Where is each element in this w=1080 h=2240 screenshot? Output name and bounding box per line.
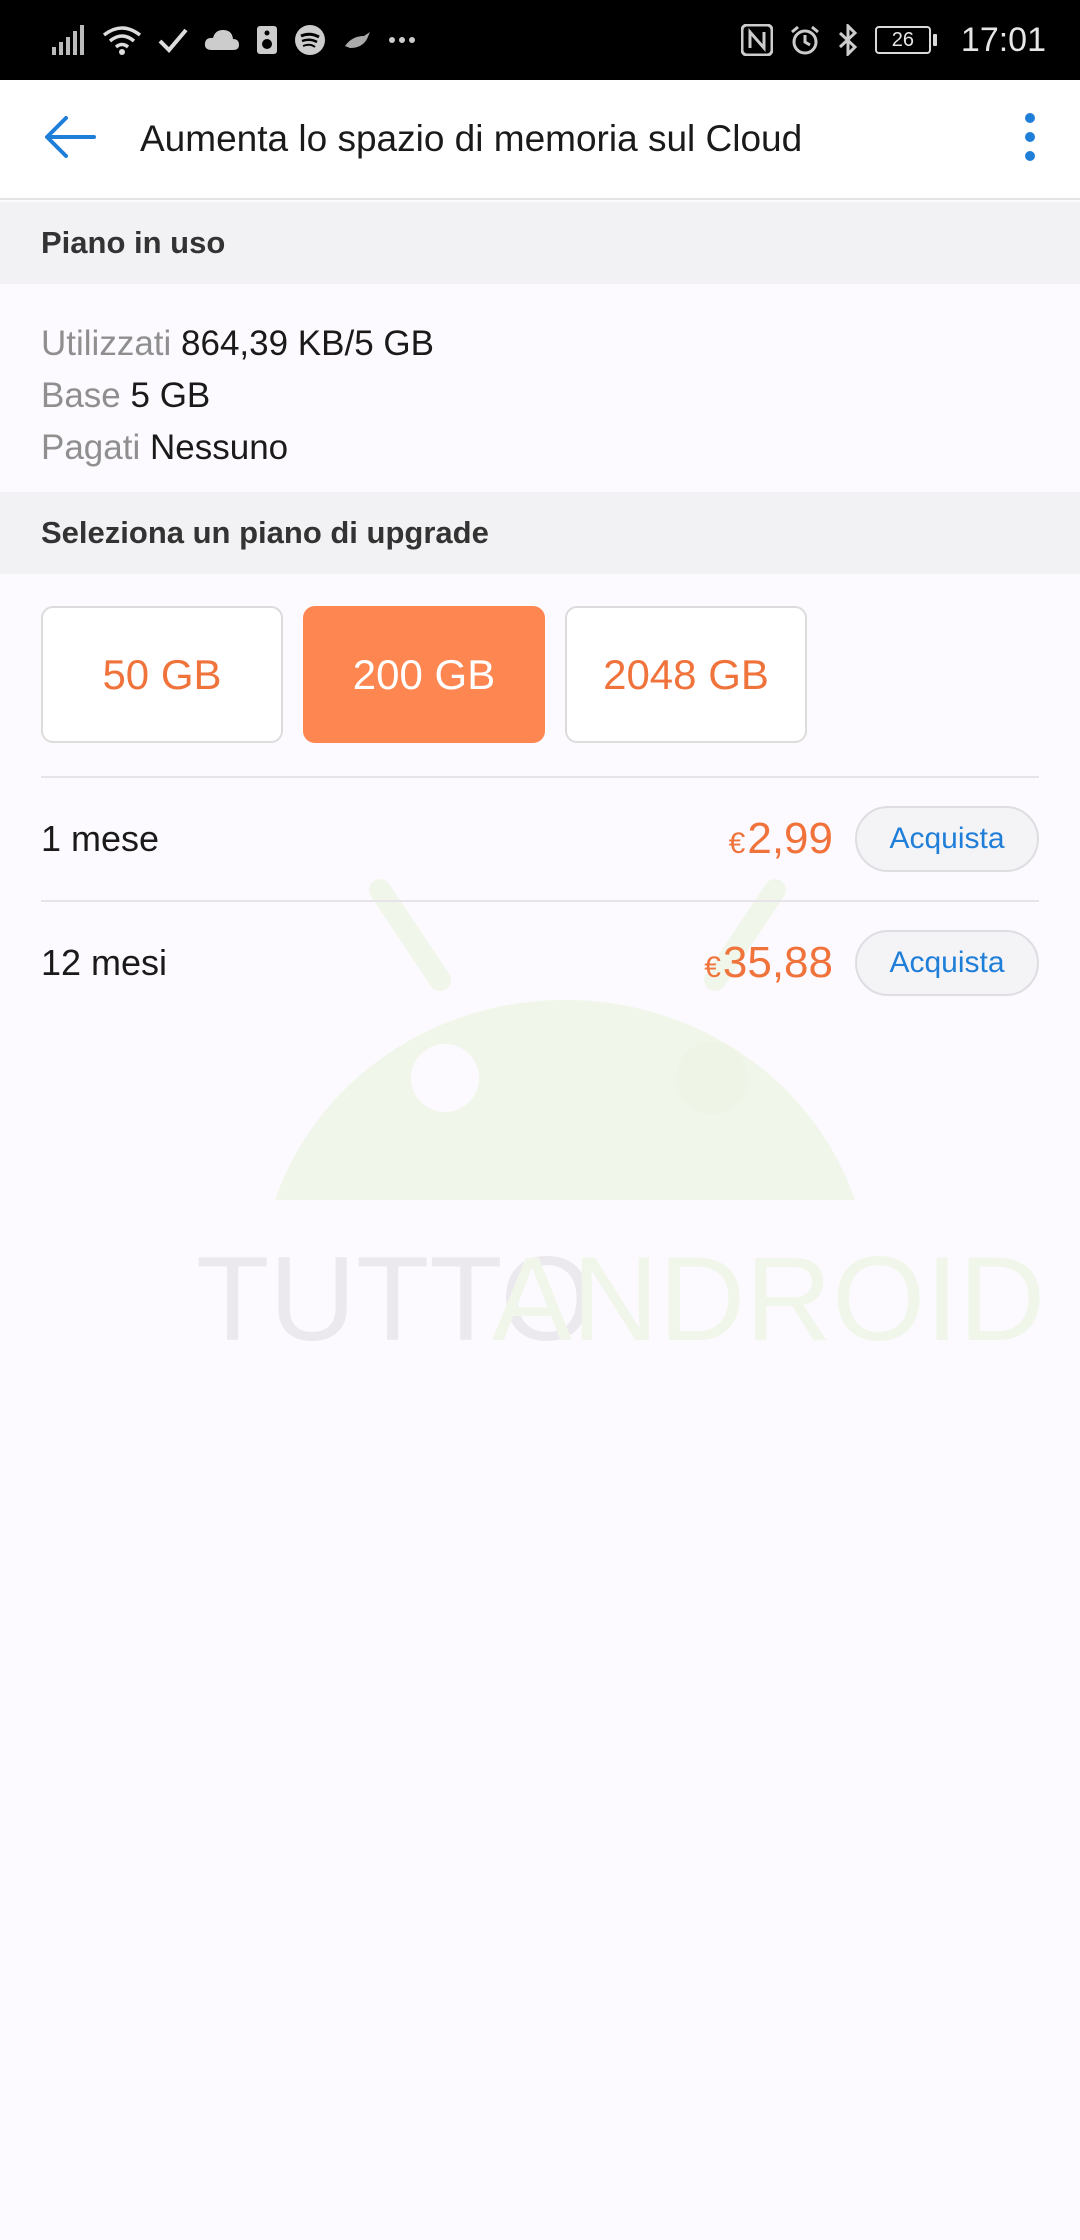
status-bar-right: 26 17:01 xyxy=(740,20,1046,60)
price-amount: 35,88 xyxy=(722,938,833,987)
status-bar-left xyxy=(52,24,416,56)
arrow-left-icon xyxy=(44,115,96,164)
watermark-text-2: ANDROID xyxy=(492,1232,1045,1366)
buy-button-1-month[interactable]: Acquista xyxy=(855,806,1039,872)
watermark-text-1: TUTTO xyxy=(196,1232,594,1366)
plan-50gb[interactable]: 50 GB xyxy=(41,606,283,743)
back-button[interactable] xyxy=(0,79,140,199)
wifi-icon xyxy=(102,25,142,55)
upgrade-header: Seleziona un piano di upgrade xyxy=(0,492,1080,574)
more-dots-icon xyxy=(388,36,416,44)
price-amount: 2,99 xyxy=(747,814,833,863)
current-plan-info: Utilizzati 864,39 KB/5 GB Base 5 GB Paga… xyxy=(0,284,1080,492)
signal-icon xyxy=(52,25,86,55)
bird-icon xyxy=(342,28,372,52)
overflow-menu-button[interactable] xyxy=(980,79,1080,199)
used-value: 864,39 KB/5 GB xyxy=(181,324,434,363)
price: € 35,88 xyxy=(704,938,833,988)
paid-value: Nessuno xyxy=(149,428,289,467)
cloud-icon xyxy=(204,28,240,52)
bluetooth-icon xyxy=(837,24,859,56)
app-bar: Aumenta lo spazio di memoria sul Cloud xyxy=(0,80,1080,200)
base-label: Base xyxy=(41,376,121,415)
price-row-1-month: 1 mese € 2,99 Acquista xyxy=(41,776,1039,900)
period-label: 12 mesi xyxy=(41,942,168,983)
alarm-icon xyxy=(789,24,821,56)
currency-symbol: € xyxy=(704,951,721,984)
spotify-icon xyxy=(294,24,326,56)
used-row: Utilizzati 864,39 KB/5 GB xyxy=(41,318,1039,370)
period-label: 1 mese xyxy=(41,818,160,859)
page-title: Aumenta lo spazio di memoria sul Cloud xyxy=(140,118,803,159)
speaker-icon xyxy=(256,25,278,55)
check-icon xyxy=(158,27,188,53)
plan-selector: 50 GB 200 GB 2048 GB xyxy=(41,606,807,743)
paid-row: Pagati Nessuno xyxy=(41,422,1039,474)
status-bar: 26 17:01 xyxy=(0,0,1080,80)
nfc-icon xyxy=(740,24,773,56)
battery-icon: 26 xyxy=(874,26,937,54)
clock: 17:01 xyxy=(960,20,1046,59)
plan-200gb[interactable]: 200 GB xyxy=(303,606,545,743)
base-value: 5 GB xyxy=(130,376,211,415)
price: € 2,99 xyxy=(729,814,833,864)
currency-symbol: € xyxy=(728,827,746,860)
price-row-12-months: 12 mesi € 35,88 Acquista xyxy=(41,900,1039,1024)
plan-2048gb[interactable]: 2048 GB xyxy=(565,606,807,743)
battery-tip xyxy=(932,34,937,46)
more-vertical-icon xyxy=(1024,112,1036,167)
current-plan-header: Piano in uso xyxy=(0,202,1080,284)
buy-button-12-months[interactable]: Acquista xyxy=(855,930,1039,996)
base-row: Base 5 GB xyxy=(41,370,1039,422)
battery-level: 26 xyxy=(874,26,931,54)
used-label: Utilizzati xyxy=(41,324,172,363)
paid-label: Pagati xyxy=(41,428,141,467)
